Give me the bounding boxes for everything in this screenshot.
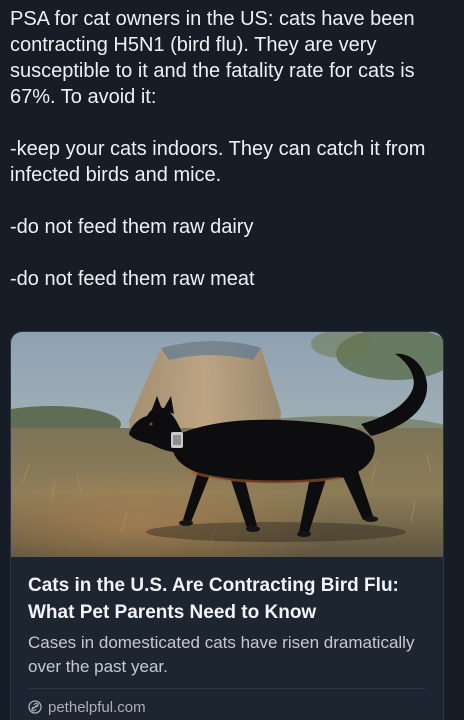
- link-icon: [28, 700, 42, 714]
- post-paragraph-intro: PSA for cat owners in the US: cats have …: [10, 8, 415, 108]
- article-domain[interactable]: pethelpful.com: [28, 696, 146, 718]
- post-paragraph-indoors: -keep your cats indoors. They can catch …: [10, 138, 426, 186]
- domain-label: pethelpful.com: [48, 698, 146, 716]
- post-text: PSA for cat owners in the US: cats have …: [10, 6, 450, 292]
- post-paragraph-meat: -do not feed them raw meat: [10, 268, 255, 290]
- link-preview-card[interactable]: Cats in the U.S. Are Contracting Bird Fl…: [10, 331, 444, 720]
- article-description: Cases in domesticated cats have risen dr…: [28, 633, 415, 676]
- card-divider: [28, 688, 426, 689]
- article-image[interactable]: [11, 332, 443, 557]
- article-title[interactable]: Cats in the U.S. Are Contracting Bird Fl…: [28, 572, 428, 626]
- post-paragraph-dairy: -do not feed them raw dairy: [10, 216, 254, 238]
- post: PSA for cat owners in the US: cats have …: [0, 0, 464, 720]
